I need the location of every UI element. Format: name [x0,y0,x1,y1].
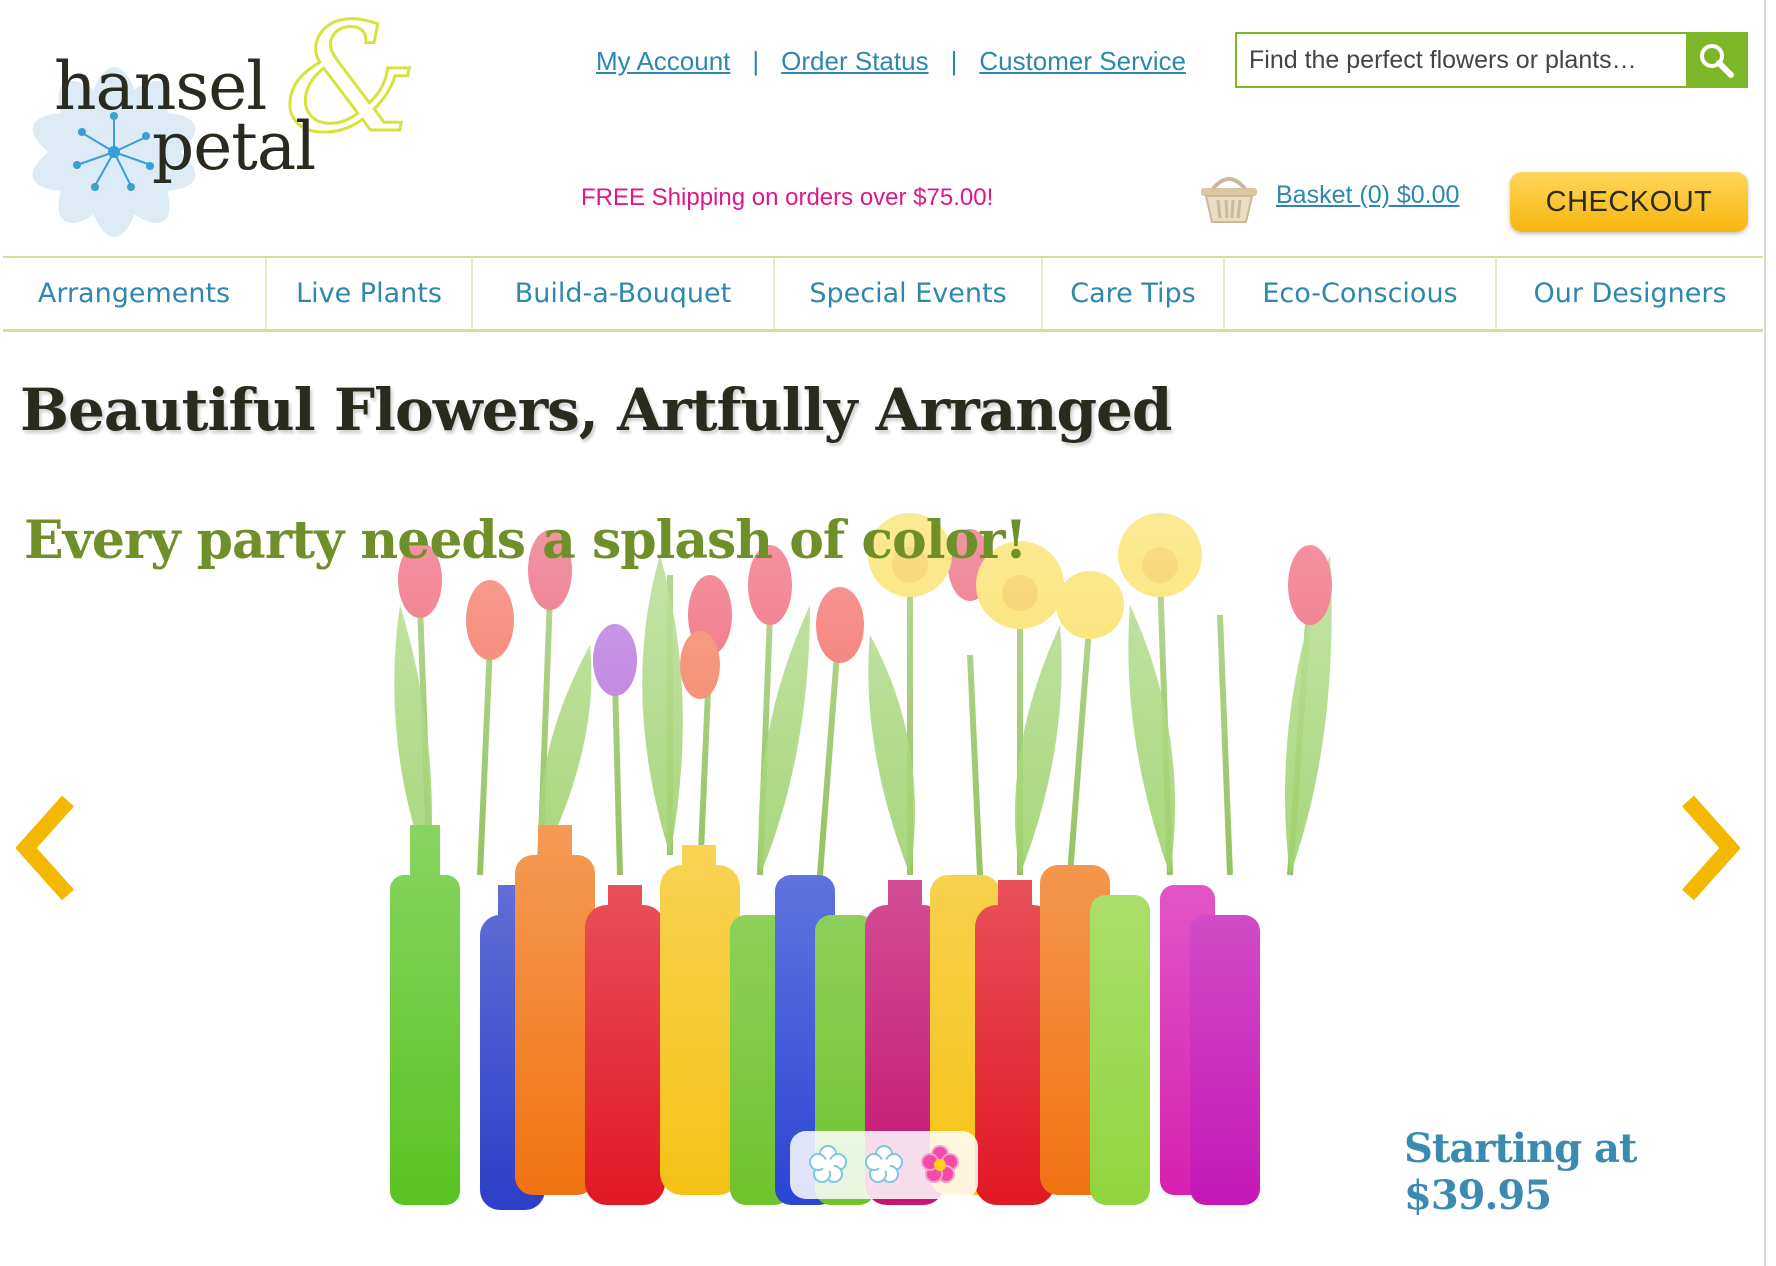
search-button[interactable] [1686,34,1746,86]
nav-item-care-tips[interactable]: Care Tips [1043,258,1225,329]
nav-item-eco-conscious[interactable]: Eco-Conscious [1225,258,1497,329]
customer-service-link[interactable]: Customer Service [979,46,1186,77]
nav-item-special-events[interactable]: Special Events [775,258,1043,329]
carousel-dot-flower-icon[interactable] [807,1144,849,1186]
page-frame: & hansel petal My Account | Order Status… [0,0,1766,1266]
link-separator: | [950,45,958,76]
basket-icon[interactable] [1198,170,1260,226]
main-nav: Arrangements Live Plants Build-a-Bouquet… [3,256,1763,332]
carousel-prev-arrow-icon[interactable] [16,795,76,901]
carousel-dot-flower-icon[interactable] [863,1144,905,1186]
order-status-link[interactable]: Order Status [781,46,928,77]
nav-item-arrangements[interactable]: Arrangements [3,258,267,329]
hero-flower-image [370,495,1370,1225]
nav-item-live-plants[interactable]: Live Plants [267,258,473,329]
nav-item-our-designers[interactable]: Our Designers [1497,258,1763,329]
page-title: Beautiful Flowers, Artfully Arranged [20,376,1172,444]
carousel-next-arrow-icon[interactable] [1680,795,1740,901]
carousel-dot-flower-active-icon[interactable] [919,1144,961,1186]
account-links: My Account | Order Status | Customer Ser… [596,44,1186,78]
logo-word-petal: petal [152,108,316,185]
carousel-pagination [790,1131,978,1199]
search-icon [1700,44,1734,78]
site-logo[interactable]: & hansel petal [14,3,419,246]
checkout-button[interactable]: CHECKOUT [1510,172,1748,232]
search-bar [1235,32,1748,88]
hero-carousel: Starting at $39.95 [0,495,1766,1235]
link-separator: | [752,45,760,76]
my-account-link[interactable]: My Account [596,46,730,77]
free-shipping-notice: FREE Shipping on orders over $75.00! [581,184,994,211]
promo-title: Every party needs a splash of color! [24,510,1027,571]
promo-price: Starting at $39.95 [1404,1125,1637,1219]
search-input[interactable] [1237,34,1686,86]
nav-item-build-a-bouquet[interactable]: Build-a-Bouquet [473,258,775,329]
basket-link[interactable]: Basket (0) $0.00 [1276,181,1459,210]
